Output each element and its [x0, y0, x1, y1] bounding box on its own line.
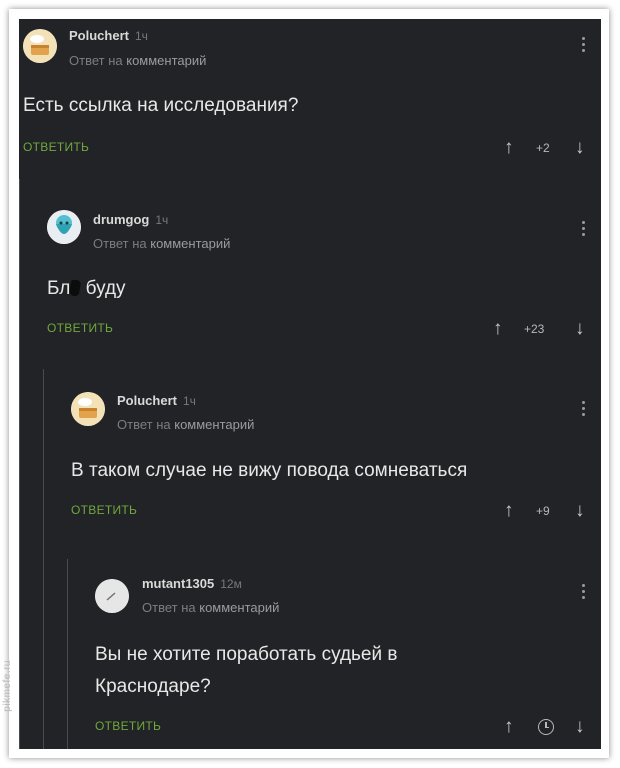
comment-author[interactable]: mutant1305 12м [142, 576, 242, 591]
clock-icon [538, 719, 554, 735]
kebab-menu-icon[interactable] [582, 584, 586, 602]
reply-target-link[interactable]: комментарий [174, 417, 254, 432]
comment-text-line: Краснодаре? [95, 676, 211, 697]
kebab-menu-icon[interactable] [582, 221, 586, 239]
comment-time: 12м [220, 577, 242, 591]
comment-text: В таком случае не вижу повода сомневатьс… [71, 460, 468, 481]
comment-text-start: Бл [47, 278, 71, 299]
chef-avatar-icon [71, 392, 105, 426]
author-name[interactable]: mutant1305 [142, 576, 214, 591]
arrow-down-icon[interactable]: ↓ [575, 717, 585, 737]
comment-text-end: буду [80, 278, 126, 299]
author-name[interactable]: Poluchert [69, 28, 129, 43]
kebab-menu-icon[interactable] [582, 401, 586, 419]
thread-line-1 [19, 179, 20, 749]
arrow-up-icon[interactable]: ↑ [504, 501, 514, 521]
reply-button[interactable]: ОТВЕТИТЬ [71, 503, 137, 517]
arrow-up-icon[interactable]: ↑ [493, 319, 503, 339]
reply-to-info: Ответ на комментарий [117, 417, 254, 432]
arrow-up-icon[interactable]: ↑ [504, 138, 514, 158]
comment-time: 1ч [182, 394, 196, 408]
comment-time: 1ч [134, 29, 148, 43]
watermark: pikmefe.ru [2, 660, 13, 712]
author-name[interactable]: drumgog [93, 212, 149, 227]
arrow-down-icon[interactable]: ↓ [575, 138, 585, 158]
arrow-down-icon[interactable]: ↓ [575, 501, 585, 521]
reply-prefix: Ответ на [93, 236, 147, 251]
thread-line-3 [67, 559, 68, 749]
chef-avatar-icon [23, 29, 57, 63]
thread-line-2 [43, 369, 44, 749]
comment-score: +23 [524, 322, 545, 336]
reply-to-info: Ответ на комментарий [142, 600, 279, 615]
comment-author[interactable]: drumgog 1ч [93, 212, 168, 227]
reply-to-info: Ответ на комментарий [69, 53, 206, 68]
comment-author[interactable]: Poluchert 1ч [69, 28, 148, 43]
reply-prefix: Ответ на [69, 53, 123, 68]
comment-text: Бл буду [47, 273, 126, 305]
blank-avatar-icon [95, 579, 129, 613]
kebab-menu-icon[interactable] [582, 37, 586, 55]
comment-time: 1ч [155, 213, 169, 227]
arrow-up-icon[interactable]: ↑ [504, 717, 514, 737]
reply-target-link[interactable]: комментарий [150, 236, 230, 251]
comment-text: Вы не хотите поработать судьей в Краснод… [95, 639, 397, 703]
comment-score: +9 [536, 504, 550, 518]
avatar[interactable] [95, 579, 129, 613]
arrow-down-icon[interactable]: ↓ [575, 319, 585, 339]
reply-prefix: Ответ на [142, 600, 196, 615]
reply-target-link[interactable]: комментарий [126, 53, 206, 68]
author-name[interactable]: Poluchert [117, 393, 177, 408]
reply-button[interactable]: ОТВЕТИТЬ [23, 140, 89, 154]
comment-score: +2 [536, 141, 550, 155]
comment-text-line: Вы не хотите поработать судьей в [95, 644, 398, 665]
comment-text: Есть ссылка на исследования? [23, 95, 299, 116]
creature-avatar-icon [47, 210, 81, 244]
reply-button[interactable]: ОТВЕТИТЬ [95, 719, 161, 733]
avatar[interactable] [71, 392, 105, 426]
avatar[interactable] [47, 210, 81, 244]
reply-prefix: Ответ на [117, 417, 171, 432]
reply-target-link[interactable]: комментарий [199, 600, 279, 615]
comment-thread: Poluchert 1ч Ответ на комментарий Есть сс… [19, 19, 601, 749]
reply-to-info: Ответ на комментарий [93, 236, 230, 251]
avatar[interactable] [23, 29, 57, 63]
comment-author[interactable]: Poluchert 1ч [117, 393, 196, 408]
reply-button[interactable]: ОТВЕТИТЬ [47, 321, 113, 335]
